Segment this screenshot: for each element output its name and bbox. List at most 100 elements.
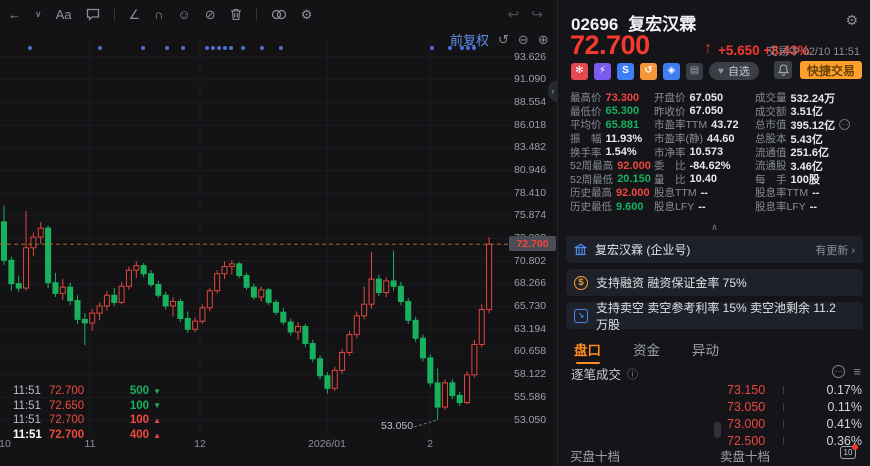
- panel-settings-icon[interactable]: ⚙: [845, 12, 858, 29]
- trash-icon[interactable]: [230, 8, 242, 21]
- heart-icon: ♥: [718, 66, 724, 77]
- zoom-in-icon[interactable]: ⊕: [538, 32, 549, 48]
- y-axis-label: 63.194: [514, 324, 556, 335]
- banner-text: 支持融资 融资保证金率 75%: [596, 274, 747, 291]
- hide-icon[interactable]: ⊘: [205, 8, 216, 21]
- tick-header-icons: ⋯ ≡: [832, 364, 861, 379]
- quote-stats-grid: 最高价73.300开盘价67.050成交量532.24万最低价65.300昨收价…: [570, 91, 870, 213]
- y-axis-label: 93.626: [514, 52, 556, 63]
- tick-row: 11:5172.700100▲: [13, 413, 161, 428]
- history-icons: ↩ ↪: [508, 6, 543, 23]
- stock-app-window: ←∨Aa∠∩☺⊘⚙ ↩ ↪ 前复权 ↺ ⊖ ⊕ 93.62691.09088.5…: [0, 0, 870, 466]
- ask-level-row: 73.0500.11%: [727, 398, 862, 415]
- stats-row: 历史最低9.600股息LFY--股息率LFY--: [570, 200, 870, 214]
- bell-icon: [778, 64, 789, 76]
- y-axis-label: 55.586: [514, 392, 556, 403]
- banner-dollar-circle-icon[interactable]: $ 支持融资 融资保证金率 75%: [566, 269, 863, 296]
- quick-trade-button[interactable]: 快捷交易: [800, 61, 862, 79]
- y-axis-label: 68.266: [514, 278, 556, 289]
- settings-icon[interactable]: ⚙: [301, 8, 313, 21]
- s-badge[interactable]: S: [617, 63, 634, 80]
- stats-collapse-chevron[interactable]: ∧: [558, 222, 870, 232]
- tab-异动[interactable]: 异动: [692, 339, 719, 364]
- banner-building-icon[interactable]: 复宏汉霖 (企业号)有更新 ›: [566, 236, 863, 263]
- y-axis-label: 86.018: [514, 120, 556, 131]
- text-style-icon[interactable]: Aa: [56, 8, 72, 21]
- comment-icon[interactable]: [86, 8, 100, 21]
- candlestick-chart[interactable]: [0, 28, 512, 440]
- doc-badge[interactable]: ▤: [686, 63, 703, 80]
- ask-depth-label[interactable]: 卖盘十档: [720, 446, 770, 465]
- banner-short-sell-icon[interactable]: ↘支持卖空 卖空参考利率 15% 卖空池剩余 11.2万股: [566, 302, 863, 329]
- x-axis-label: 12: [194, 438, 206, 450]
- more-info-icon[interactable]: ⋯: [839, 119, 850, 130]
- x-axis-label: 10: [0, 438, 11, 450]
- stats-row: 52周最低20.150量 比10.40每 手100股: [570, 173, 870, 187]
- depth-10-icon[interactable]: 10: [840, 446, 856, 459]
- tick-trades-title: 逐笔成交: [571, 364, 621, 383]
- zoom-out-icon[interactable]: ⊖: [518, 32, 529, 48]
- y-axis-label: 78.410: [514, 188, 556, 199]
- stat-股息率LFY: 股息率LFY--: [755, 199, 868, 214]
- stat-股息LFY: 股息LFY--: [654, 199, 755, 214]
- dollar-circle-icon: $: [574, 276, 588, 290]
- trendline-icon[interactable]: ∠: [129, 8, 141, 21]
- y-axis-label: 53.050: [514, 415, 556, 426]
- list-scrollbar-thumb[interactable]: [714, 422, 721, 438]
- notification-dot: [852, 444, 858, 450]
- list-icon[interactable]: ≡: [853, 364, 861, 379]
- tick-trades-table[interactable]: 11:5172.700500▼11:5172.650100▼11:5172.70…: [13, 384, 161, 442]
- stock-badges: ✻ ⚡ S ↺ ◈ ▤ ♥自选: [571, 62, 759, 80]
- short-sell-icon: ↘: [574, 309, 588, 323]
- panel-tabs: 盘口 资金 异动: [574, 339, 719, 364]
- emoji-icon[interactable]: ☺: [178, 8, 191, 21]
- banner-text: 支持卖空 卖空参考利率 15% 卖空池剩余 11.2万股: [596, 299, 847, 333]
- toolbar-divider: [256, 8, 257, 21]
- y-axis-label: 70.802: [514, 256, 556, 267]
- current-price-tag: 72.700: [509, 236, 556, 251]
- link-icon[interactable]: [271, 9, 287, 20]
- margin-badge[interactable]: ↺: [640, 63, 657, 80]
- y-axis-label: 80.946: [514, 165, 556, 176]
- bid-depth-label[interactable]: 买盘十档: [570, 446, 620, 465]
- tick-row: 11:5172.650100▼: [13, 399, 161, 414]
- redo-icon[interactable]: ↪: [531, 6, 543, 23]
- toolbar-divider: [114, 8, 115, 21]
- info-banners: 复宏汉霖 (企业号)有更新 › $ 支持融资 融资保证金率 75% ↘支持卖空 卖空参…: [566, 236, 863, 329]
- y-axis-label: 75.874: [514, 210, 556, 221]
- drawing-toolbar: ← ∨ Aa ∠ ∩ ☺ ⊘ ⚙: [0, 0, 557, 28]
- back-icon[interactable]: ←: [8, 8, 21, 21]
- hk-flower-badge[interactable]: ✻: [571, 63, 588, 80]
- last-price: 72.700: [570, 30, 650, 61]
- tag-badge[interactable]: ◈: [663, 63, 680, 80]
- y-axis-label: 60.658: [514, 346, 556, 357]
- y-axis-label: 83.482: [514, 142, 556, 153]
- ask-level-row: 72.5000.36%: [727, 433, 862, 445]
- depth-footer: 买盘十档 卖盘十档 10: [570, 446, 870, 466]
- undo-icon[interactable]: ↩: [508, 6, 520, 23]
- stat-历史最低: 历史最低9.600: [570, 199, 654, 214]
- tab-资金[interactable]: 资金: [633, 339, 660, 364]
- lightning-badge[interactable]: ⚡: [594, 63, 611, 80]
- banner-action[interactable]: 有更新 ›: [815, 242, 855, 258]
- alert-bell-button[interactable]: [774, 61, 792, 79]
- add-watchlist-button[interactable]: ♥自选: [709, 62, 759, 80]
- building-icon: [574, 243, 587, 256]
- up-arrow-icon: ↑: [704, 40, 712, 58]
- info-icon[interactable]: ⓘ: [627, 366, 638, 382]
- tick-row: 11:5172.700400▲: [13, 428, 161, 443]
- x-axis-label: 2: [427, 438, 433, 450]
- tick-row: 11:5172.700500▼: [13, 384, 161, 399]
- ask-levels-list[interactable]: 73.1500.17%73.0500.11%73.0000.41%72.5000…: [727, 381, 862, 445]
- market-status: 交易中 02/10 11:51: [767, 43, 860, 59]
- more-icon[interactable]: ⋯: [832, 365, 845, 378]
- tab-盘口[interactable]: 盘口: [574, 339, 601, 364]
- ask-level-row: 73.1500.17%: [727, 381, 862, 398]
- low-price-annotation: 53.050: [381, 420, 413, 432]
- magnet-icon[interactable]: ∩: [154, 8, 163, 21]
- y-axis-label: 65.730: [514, 301, 556, 312]
- x-axis-label: 2026/01: [308, 438, 346, 450]
- y-axis-label: 58.122: [514, 369, 556, 380]
- stats-row: 历史最高92.000股息TTM--股息率TTM--: [570, 186, 870, 200]
- chevron-down-icon[interactable]: ∨: [35, 10, 42, 19]
